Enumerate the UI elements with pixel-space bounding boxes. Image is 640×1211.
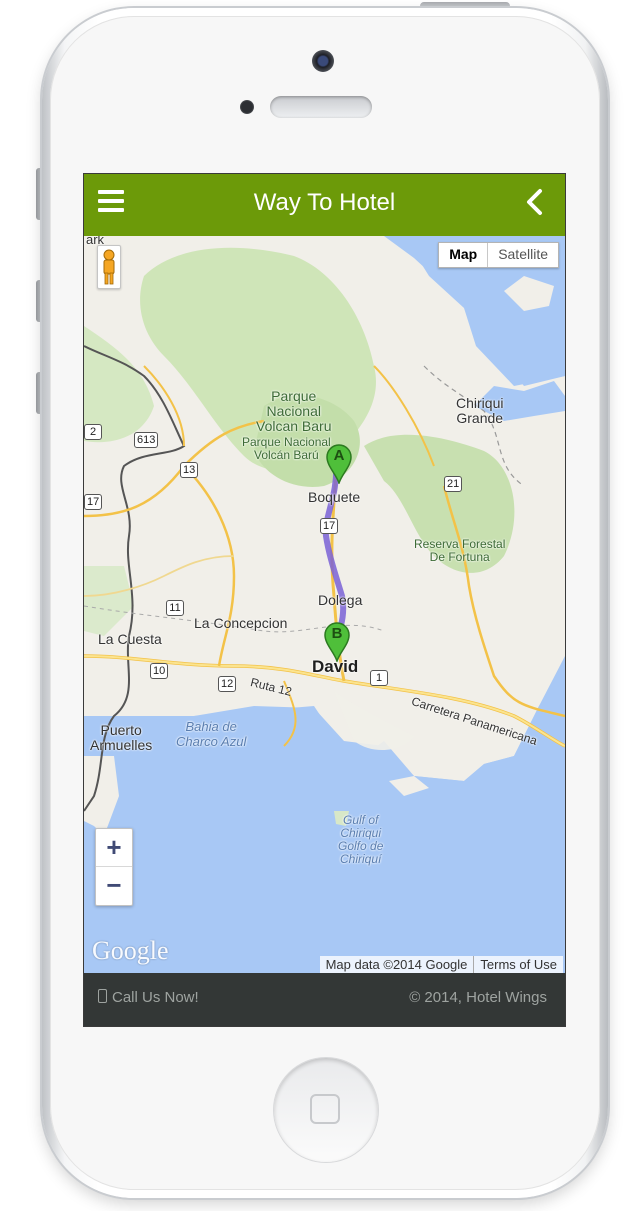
call-us-link[interactable]: Call Us Now! bbox=[98, 973, 199, 1023]
page-title: Way To Hotel bbox=[253, 189, 396, 216]
home-square-icon bbox=[310, 1094, 340, 1124]
map-label: Puerto Armuelles bbox=[90, 722, 153, 753]
road-shield: 11 bbox=[166, 600, 184, 616]
map-type-map-button[interactable]: Map bbox=[439, 243, 489, 267]
map-label: La Concepcion bbox=[194, 615, 288, 631]
map-type-control: Map Satellite bbox=[438, 242, 559, 268]
road-shield: 21 bbox=[444, 476, 463, 492]
phone-screen: Way To Hotel ark Parque Nacional Volcan … bbox=[83, 173, 566, 1027]
call-us-label: Call Us Now! bbox=[112, 989, 199, 1006]
marker-a-icon[interactable]: A bbox=[326, 444, 352, 484]
app-header: Way To Hotel bbox=[84, 174, 565, 236]
proximity-sensor bbox=[240, 100, 254, 114]
marker-b-icon[interactable]: B bbox=[324, 622, 350, 662]
zoom-in-button[interactable]: + bbox=[96, 829, 132, 867]
map-attribution: Map data ©2014 Google Terms of Use bbox=[319, 956, 563, 973]
map-data-text: Map data ©2014 Google bbox=[325, 957, 468, 972]
zoom-control: + − bbox=[95, 828, 133, 906]
map-label: Chiriqui Grande bbox=[456, 395, 504, 426]
road-shield: 2 bbox=[84, 424, 102, 440]
marker-a-label: A bbox=[333, 447, 345, 464]
road-shield: 17 bbox=[320, 518, 339, 534]
map-label: Parque Nacional Volcan Baru bbox=[256, 388, 332, 434]
home-button[interactable] bbox=[274, 1058, 378, 1162]
pegman-icon[interactable] bbox=[97, 245, 121, 289]
copyright-text: © 2014, Hotel Wings bbox=[409, 989, 547, 1006]
app-footer: Call Us Now! © 2014, Hotel Wings bbox=[84, 973, 565, 1026]
map-type-satellite-button[interactable]: Satellite bbox=[488, 243, 558, 267]
map-label: Boquete bbox=[308, 489, 361, 505]
zoom-out-button[interactable]: − bbox=[96, 867, 132, 904]
map-label: Reserva Forestal De Fortuna bbox=[414, 537, 506, 564]
route-map[interactable]: ark Parque Nacional Volcan Baru Parque N… bbox=[84, 236, 565, 973]
road-shield: 13 bbox=[180, 462, 199, 478]
road-shield: 17 bbox=[84, 494, 103, 510]
earpiece-speaker bbox=[270, 96, 372, 118]
map-label: La Cuesta bbox=[98, 631, 162, 647]
road-shield: 12 bbox=[218, 676, 237, 692]
map-label: Dolega bbox=[318, 592, 363, 608]
road-shield: 1 bbox=[370, 670, 388, 686]
google-logo: Google bbox=[92, 936, 169, 965]
chevron-left-icon[interactable] bbox=[523, 188, 547, 216]
map-label: Gulf of Chiriqui Golfo de Chiriquí bbox=[338, 813, 384, 866]
road-shield: 10 bbox=[150, 663, 169, 679]
map-label: Parque Nacional Volcán Barú bbox=[242, 435, 331, 462]
road-shield: 613 bbox=[134, 432, 159, 448]
phone-icon bbox=[98, 989, 107, 1003]
map-label: Bahia de Charco Azul bbox=[176, 719, 247, 749]
front-camera bbox=[312, 50, 334, 72]
marker-b-label: B bbox=[331, 625, 343, 642]
terms-of-use-link[interactable]: Terms of Use bbox=[473, 956, 563, 973]
